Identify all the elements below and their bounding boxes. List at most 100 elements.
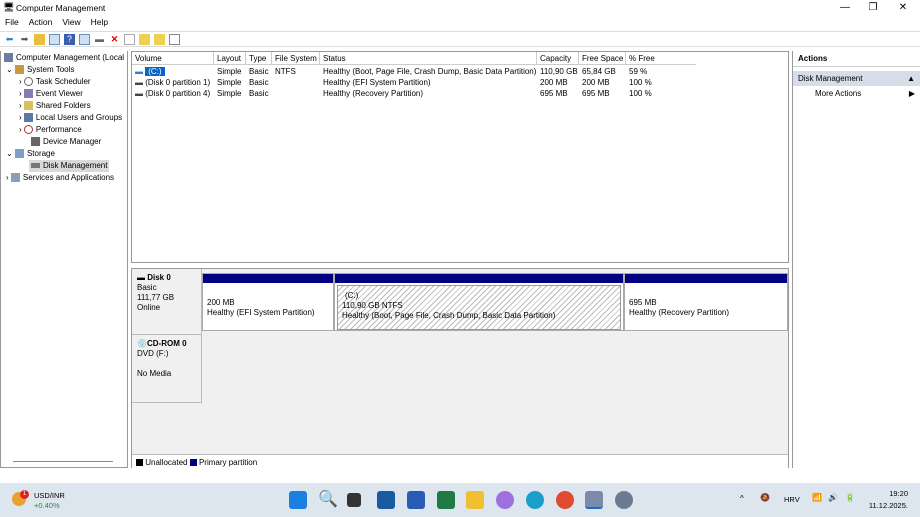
- tree-item-computer-management[interactable]: Computer Management (Local: [4, 52, 124, 64]
- widget-title: USD/INR: [34, 491, 65, 500]
- console-icon[interactable]: [169, 33, 180, 45]
- tree-item-disk-management[interactable]: Disk Management: [29, 160, 110, 172]
- word-icon[interactable]: [407, 491, 425, 509]
- storage-icon: [14, 149, 24, 159]
- tree-label: Device Manager: [43, 137, 102, 146]
- partition-recovery[interactable]: 695 MB Healthy (Recovery Partition): [624, 273, 788, 331]
- menu-help[interactable]: Help: [86, 15, 113, 29]
- show-hide-action-pane-icon[interactable]: [79, 33, 90, 45]
- column-header-type[interactable]: Type: [246, 52, 272, 65]
- partition-size: 200 MB: [207, 298, 235, 307]
- store-icon[interactable]: [377, 491, 395, 509]
- event-viewer-icon: [23, 89, 33, 99]
- clock-icon: [23, 77, 33, 87]
- table-cell: Healthy (Recovery Partition): [323, 89, 424, 98]
- column-header-layout[interactable]: Layout: [214, 52, 246, 65]
- connect-icon[interactable]: ▬: [94, 34, 105, 45]
- forward-icon[interactable]: ➡: [19, 34, 30, 45]
- table-cell: Basic: [249, 78, 269, 87]
- legend-unallocated: Unallocated: [145, 458, 188, 467]
- wifi-icon[interactable]: 📶: [812, 493, 822, 502]
- search-icon[interactable]: 🔍: [318, 491, 338, 509]
- help-icon[interactable]: ?: [64, 33, 75, 45]
- column-header-percent-free[interactable]: % Free: [626, 52, 696, 65]
- menu-action[interactable]: Action: [24, 15, 58, 29]
- column-header-file-system[interactable]: File System: [272, 52, 320, 65]
- menu-view[interactable]: View: [57, 15, 85, 29]
- table-cell: 59 %: [629, 67, 648, 76]
- device-manager-icon: [31, 137, 40, 147]
- start-icon[interactable]: [289, 491, 307, 509]
- weather-widget[interactable]: 1 USD/INR +0.40%: [12, 490, 65, 512]
- disk-0-label[interactable]: ▬ Disk 0 Basic 111,77 GB Online: [132, 269, 202, 335]
- edge-icon[interactable]: [526, 491, 544, 509]
- unallocated-swatch: [136, 459, 143, 467]
- excel-icon[interactable]: [437, 491, 455, 509]
- table-cell: [272, 78, 278, 89]
- up-folder-icon[interactable]: [34, 33, 45, 45]
- search-folder-icon[interactable]: [154, 33, 165, 45]
- maximize-button[interactable]: ❐: [858, 0, 888, 15]
- tree-item-performance[interactable]: › Performance: [19, 124, 82, 136]
- tree-item-storage[interactable]: ⌄ Storage: [6, 148, 55, 160]
- disk-graphical-view: ▬ Disk 0 Basic 111,77 GB Online 200 MB He…: [131, 268, 789, 468]
- delete-icon[interactable]: ✕: [109, 34, 120, 45]
- file-explorer-icon[interactable]: [466, 491, 484, 509]
- close-button[interactable]: ✕: [888, 0, 918, 15]
- language-indicator[interactable]: HRV: [784, 495, 800, 504]
- tree-item-local-users[interactable]: › Local Users and Groups: [19, 112, 122, 124]
- more-actions[interactable]: More Actions ▶: [793, 86, 920, 101]
- disk-type: Basic: [137, 283, 157, 292]
- clock-date[interactable]: 11.12.2025.: [862, 501, 908, 510]
- settings-icon[interactable]: [615, 491, 633, 509]
- table-cell: Healthy (Boot, Page File, Crash Dump, Ba…: [323, 67, 537, 76]
- tree-label: Storage: [26, 149, 55, 158]
- partition-c[interactable]: (C:) 110,90 GB NTFS Healthy (Boot, Page Fi…: [334, 273, 624, 331]
- partition-efi[interactable]: 200 MB Healthy (EFI System Partition): [202, 273, 334, 331]
- tree-item-shared-folders[interactable]: › Shared Folders: [19, 100, 91, 112]
- import-icon[interactable]: [139, 33, 150, 45]
- column-header-free-space[interactable]: Free Space: [579, 52, 626, 65]
- users-icon: [23, 113, 33, 123]
- menu-file[interactable]: File: [0, 15, 24, 29]
- column-header-capacity[interactable]: Capacity: [537, 52, 579, 65]
- minimize-button[interactable]: —: [830, 0, 860, 15]
- window-title: Computer Management: [16, 3, 106, 13]
- tree-item-services[interactable]: › Services and Applications: [6, 172, 114, 184]
- column-header-status[interactable]: Status: [320, 52, 537, 65]
- clock-time[interactable]: 19:20: [870, 489, 908, 498]
- tree-item-event-viewer[interactable]: › Event Viewer: [19, 88, 83, 100]
- tree-item-system-tools[interactable]: ⌄ System Tools: [6, 64, 74, 76]
- chrome-icon[interactable]: [556, 491, 574, 509]
- column-header-volume[interactable]: Volume: [132, 52, 214, 65]
- volume-icon[interactable]: 🔊: [828, 493, 838, 502]
- disk-type: DVD (F:): [137, 349, 169, 358]
- horizontal-scrollbar[interactable]: [13, 461, 113, 462]
- actions-section-disk-management[interactable]: Disk Management ▲: [793, 71, 920, 86]
- tree-item-task-scheduler[interactable]: › Task Scheduler: [19, 76, 91, 88]
- cdrom-icon: 💿: [137, 339, 147, 348]
- properties-icon[interactable]: [124, 33, 135, 45]
- tree-label: Event Viewer: [35, 89, 83, 98]
- battery-icon[interactable]: 🔋: [845, 493, 855, 502]
- computer-management-taskbar-icon[interactable]: [585, 491, 603, 509]
- tree-item-device-manager[interactable]: Device Manager: [31, 136, 101, 148]
- shared-folder-icon: [23, 101, 33, 111]
- toolbar: ⬅ ➡ ? ▬ ✕: [0, 31, 920, 47]
- collapse-icon: ▲: [907, 74, 915, 83]
- partition-status: Healthy (Boot, Page File, Crash Dump, Ba…: [342, 311, 556, 320]
- tree-label: Shared Folders: [35, 101, 91, 110]
- table-cell: Basic: [249, 67, 269, 76]
- chevron-up-icon[interactable]: ^: [740, 494, 744, 503]
- cdrom-0-label[interactable]: 💿CD-ROM 0 DVD (F:) No Media: [132, 335, 202, 403]
- copilot-icon[interactable]: [496, 491, 514, 509]
- table-cell: 695 MB: [540, 89, 568, 98]
- chevron-right-icon: ▶: [908, 89, 915, 98]
- legend: Unallocated Primary partition: [132, 454, 788, 468]
- partition-size: 110,90 GB NTFS: [342, 301, 403, 310]
- tree-label: Local Users and Groups: [35, 113, 123, 122]
- back-icon[interactable]: ⬅: [4, 34, 15, 45]
- show-hide-tree-icon[interactable]: [49, 33, 60, 45]
- task-view-icon[interactable]: [347, 493, 361, 507]
- notifications-off-icon[interactable]: 🔕: [760, 493, 770, 502]
